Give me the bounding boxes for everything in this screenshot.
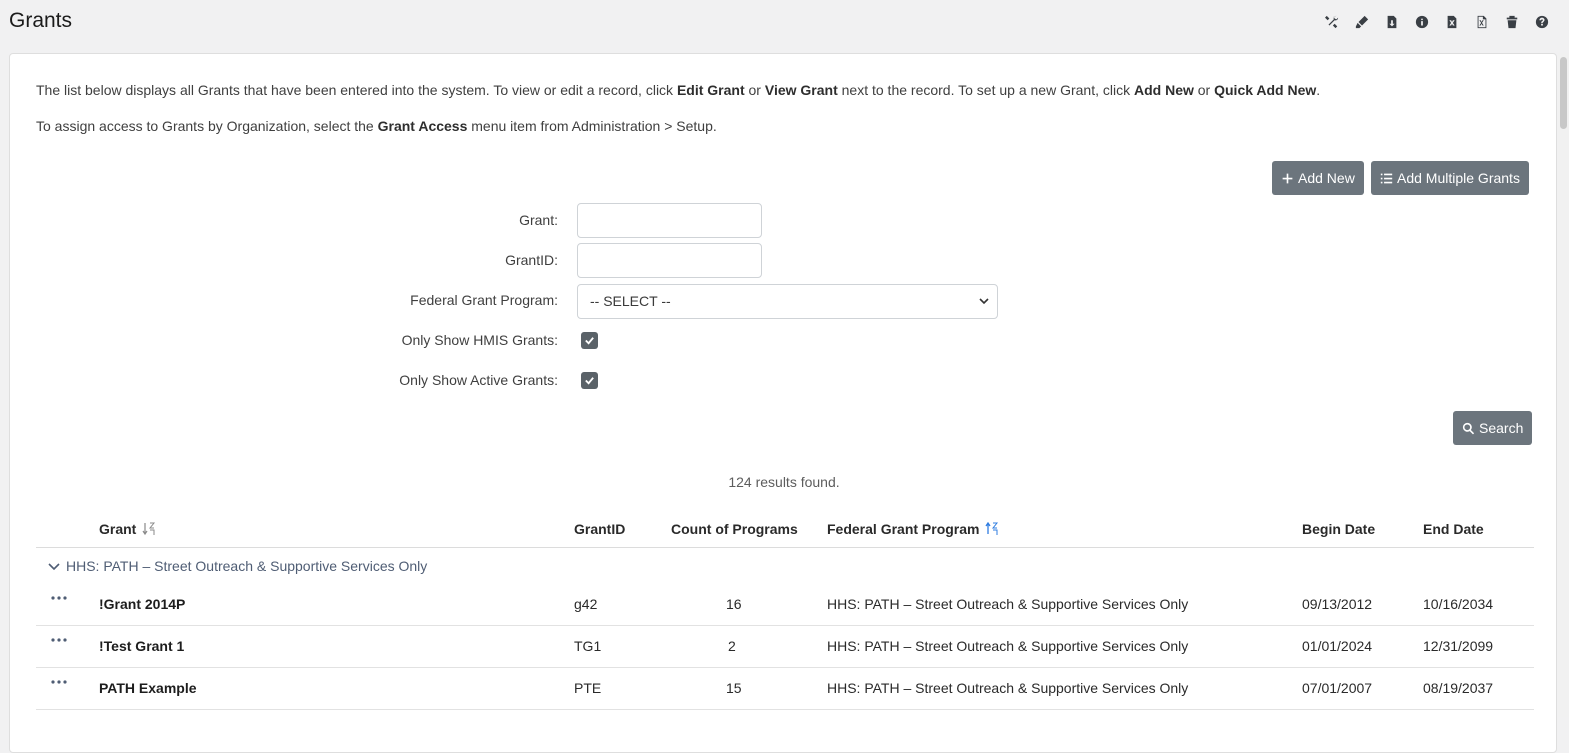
cell-count: 15: [726, 680, 742, 696]
intro-text: or: [744, 82, 765, 98]
cell-end-date: 08/19/2037: [1423, 680, 1494, 696]
cell-begin-date: 07/01/2007: [1302, 680, 1373, 696]
page-title: Grants: [9, 9, 73, 32]
table-row: !Grant 2014P g42 16 HHS: PATH – Street O…: [36, 584, 1534, 626]
cell-grant: PATH Example: [99, 680, 197, 696]
plus-icon: [1282, 173, 1293, 183]
scrollbar-thumb[interactable]: [1560, 57, 1567, 129]
intro-view-grant: View Grant: [764, 82, 838, 98]
sort-active-icon: [985, 522, 999, 535]
more-actions-icon[interactable]: [51, 680, 67, 684]
cell-grantid: g42: [574, 596, 598, 612]
col-grant-label: Grant: [99, 521, 137, 537]
add-new-button[interactable]: Add New: [1272, 161, 1364, 195]
col-grant-header[interactable]: Grant: [99, 521, 156, 537]
intro-add-new: Add New: [1133, 82, 1194, 98]
intro-text: menu item from Administration > Setup.: [467, 118, 717, 134]
help-icon[interactable]: [1533, 13, 1551, 31]
chevron-down-icon: [48, 563, 60, 571]
intro-text-line1: The list below displays all Grants that …: [36, 82, 1320, 98]
intro-text: The list below displays all Grants that …: [36, 82, 677, 98]
grants-panel: The list below displays all Grants that …: [9, 53, 1557, 753]
cell-grant: !Test Grant 1: [99, 638, 185, 654]
search-label: Search: [1479, 420, 1524, 436]
list-icon: [1380, 173, 1393, 183]
cell-begin-date: 09/13/2012: [1302, 596, 1373, 612]
hmis-grants-label: Only Show HMIS Grants:: [401, 332, 558, 348]
cell-count: 2: [728, 638, 736, 654]
table-header: Grant GrantID Count of Programs Federal …: [36, 521, 1534, 548]
group-toggle[interactable]: HHS: PATH – Street Outreach & Supportive…: [48, 558, 427, 574]
page-toolbar: [1323, 13, 1551, 31]
hmis-grants-checkbox[interactable]: [581, 332, 598, 349]
intro-text-line2: To assign access to Grants by Organizati…: [36, 118, 717, 134]
grantid-filter-label: GrantID:: [505, 252, 558, 268]
col-program-label: Federal Grant Program: [827, 521, 980, 537]
search-button[interactable]: Search: [1453, 411, 1533, 445]
active-grants-label: Only Show Active Grants:: [399, 372, 558, 388]
chevron-down-icon: [979, 298, 989, 305]
grant-filter-label: Grant:: [519, 212, 558, 228]
table-row: !Test Grant 1 TG1 2 HHS: PATH – Street O…: [36, 626, 1534, 668]
highlighter-icon[interactable]: [1353, 13, 1371, 31]
col-end-date-header[interactable]: End Date: [1423, 521, 1484, 537]
cell-program: HHS: PATH – Street Outreach & Supportive…: [827, 596, 1189, 612]
intro-text: next to the record. To set up a new Gran…: [837, 82, 1134, 98]
cell-grantid: TG1: [574, 638, 602, 654]
check-icon: [585, 337, 594, 345]
table-row: PATH Example PTE 15 HHS: PATH – Street O…: [36, 668, 1534, 710]
intro-text: .: [1316, 82, 1321, 98]
federal-program-label: Federal Grant Program:: [410, 292, 558, 308]
excel-export-icon[interactable]: [1473, 13, 1491, 31]
tools-icon[interactable]: [1323, 13, 1341, 31]
add-multiple-grants-button[interactable]: Add Multiple Grants: [1371, 161, 1529, 195]
col-grantid-header[interactable]: GrantID: [574, 521, 625, 537]
cell-program: HHS: PATH – Street Outreach & Supportive…: [827, 638, 1189, 654]
group-label: HHS: PATH – Street Outreach & Supportive…: [66, 558, 428, 574]
page-scrollbar[interactable]: [1558, 53, 1569, 717]
col-program-header[interactable]: Federal Grant Program: [827, 521, 999, 537]
cell-count: 16: [726, 596, 742, 612]
trash-icon[interactable]: [1503, 13, 1521, 31]
cell-end-date: 12/31/2099: [1423, 638, 1494, 654]
federal-program-select[interactable]: -- SELECT --: [577, 284, 998, 319]
intro-text: To assign access to Grants by Organizati…: [36, 118, 378, 134]
add-multiple-label: Add Multiple Grants: [1397, 170, 1520, 186]
grantid-filter-input[interactable]: [577, 243, 762, 278]
cell-grant: !Grant 2014P: [99, 596, 186, 612]
intro-edit-grant: Edit Grant: [676, 82, 745, 98]
col-count-header[interactable]: Count of Programs: [671, 521, 798, 537]
check-icon: [585, 377, 594, 385]
intro-quick-add-new: Quick Add New: [1214, 82, 1317, 98]
intro-grant-access: Grant Access: [377, 118, 468, 134]
cell-program: HHS: PATH – Street Outreach & Supportive…: [827, 680, 1189, 696]
cell-grantid: PTE: [574, 680, 602, 696]
active-grants-checkbox[interactable]: [581, 372, 598, 389]
more-actions-icon[interactable]: [51, 638, 67, 642]
more-actions-icon[interactable]: [51, 596, 67, 600]
search-icon: [1462, 422, 1475, 434]
add-new-label: Add New: [1298, 170, 1355, 186]
file-download-icon[interactable]: [1383, 13, 1401, 31]
excel-icon[interactable]: [1443, 13, 1461, 31]
col-begin-date-header[interactable]: Begin Date: [1302, 521, 1375, 537]
federal-program-selected: -- SELECT --: [590, 293, 671, 309]
sort-icon: [142, 522, 156, 536]
cell-begin-date: 01/01/2024: [1302, 638, 1373, 654]
results-count: 124 results found.: [728, 474, 840, 490]
info-icon[interactable]: [1413, 13, 1431, 31]
intro-text: or: [1193, 82, 1215, 98]
grant-filter-input[interactable]: [577, 203, 762, 238]
cell-end-date: 10/16/2034: [1423, 596, 1494, 612]
